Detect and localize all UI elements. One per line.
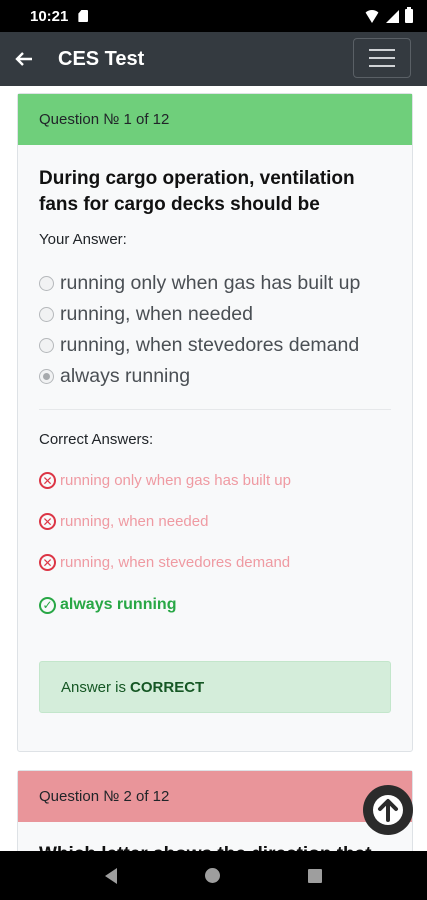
correct-answer-item-1: ✕ running only when gas has built up bbox=[39, 472, 291, 489]
option-label: running, when needed bbox=[60, 303, 253, 325]
your-answer-label: Your Answer: bbox=[39, 231, 127, 248]
check-circle-icon: ✓ bbox=[39, 596, 56, 614]
radio-unchecked-icon bbox=[39, 307, 54, 322]
scroll-to-top-button[interactable] bbox=[363, 785, 413, 835]
system-nav-bar bbox=[0, 851, 427, 900]
cross-circle-icon: ✕ bbox=[39, 472, 56, 489]
option-label: running, when stevedores demand bbox=[60, 334, 360, 356]
radio-checked-icon bbox=[39, 369, 54, 384]
cross-circle-icon: ✕ bbox=[39, 554, 56, 571]
result-prefix: Answer is bbox=[61, 678, 127, 696]
answer-option-2: running, when needed bbox=[39, 303, 253, 326]
sim-card-icon bbox=[78, 10, 89, 22]
status-icons bbox=[364, 7, 413, 23]
app-title: CES Test bbox=[58, 47, 145, 70]
divider bbox=[39, 409, 391, 410]
status-bar: 10:21 bbox=[0, 0, 427, 32]
hamburger-line bbox=[369, 57, 395, 59]
answer-label: running only when gas has built up bbox=[60, 472, 291, 489]
correct-answer-item-2: ✕ running, when needed bbox=[39, 513, 208, 530]
question-2-text: Which letter shows the direction that bbox=[39, 842, 409, 851]
signal-icon bbox=[386, 9, 399, 23]
radio-unchecked-icon bbox=[39, 276, 54, 291]
app-bar: CES Test bbox=[0, 32, 427, 86]
question-2-header: Question № 2 of 12 bbox=[18, 771, 412, 822]
answer-label: always running bbox=[60, 596, 177, 613]
nav-back-icon[interactable] bbox=[105, 867, 117, 884]
question-1-header: Question № 1 of 12 bbox=[18, 94, 412, 145]
radio-unchecked-icon bbox=[39, 338, 54, 353]
cross-circle-icon: ✕ bbox=[39, 513, 56, 530]
menu-button[interactable] bbox=[353, 38, 411, 78]
option-label: running only when gas has built up bbox=[60, 272, 361, 294]
back-button[interactable] bbox=[0, 32, 48, 86]
answer-option-4: always running bbox=[39, 365, 190, 388]
correct-answer-item-3: ✕ running, when stevedores demand bbox=[39, 554, 290, 571]
wifi-icon bbox=[364, 9, 380, 23]
hamburger-line bbox=[369, 49, 395, 51]
nav-recents-icon[interactable] bbox=[308, 868, 322, 883]
correct-answers-label: Correct Answers: bbox=[39, 431, 154, 448]
question-1-text: During cargo operation, ventilation fans… bbox=[39, 168, 355, 215]
answer-option-1: running only when gas has built up bbox=[39, 272, 360, 295]
question-card-2: Question № 2 of 12 Which letter shows th… bbox=[17, 770, 413, 851]
arrow-up-circle-icon bbox=[373, 795, 403, 825]
battery-icon bbox=[405, 7, 413, 23]
answer-option-3: running, when stevedores demand bbox=[39, 334, 359, 357]
answer-label: running, when stevedores demand bbox=[60, 554, 291, 571]
nav-home-icon[interactable] bbox=[205, 868, 220, 883]
answer-label: running, when needed bbox=[60, 513, 209, 530]
hamburger-line bbox=[369, 65, 395, 67]
result-value: CORRECT bbox=[130, 678, 205, 696]
question-card-1: Question № 1 of 12 During cargo operatio… bbox=[17, 93, 413, 752]
option-label: always running bbox=[60, 365, 191, 387]
correct-answer-item-4: ✓ always running bbox=[39, 596, 176, 614]
status-time: 10:21 bbox=[30, 7, 69, 25]
result-alert: Answer is CORRECT bbox=[39, 661, 391, 713]
results-scroll-area[interactable]: Question № 1 of 12 During cargo operatio… bbox=[0, 86, 427, 851]
app-screen: 10:21 CES Test Question № 1 of 12 During… bbox=[0, 0, 427, 900]
arrow-left-icon bbox=[15, 52, 32, 66]
